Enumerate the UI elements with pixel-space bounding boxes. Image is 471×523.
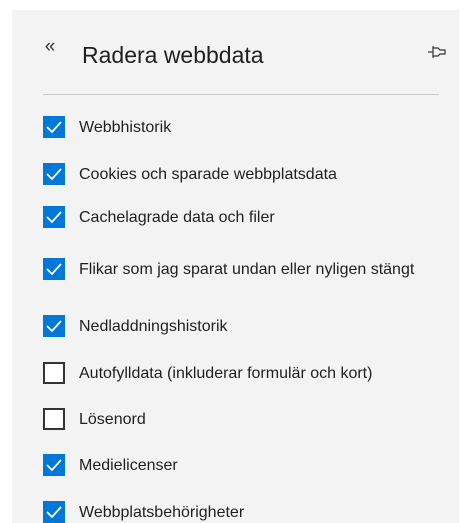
- checkbox[interactable]: [43, 362, 65, 384]
- checkbox[interactable]: [43, 408, 65, 430]
- checkbox[interactable]: [43, 116, 65, 138]
- checkbox[interactable]: [43, 454, 65, 476]
- checkbox[interactable]: [43, 163, 65, 185]
- checkbox[interactable]: [43, 501, 65, 523]
- option-label: Cachelagrade data och filer: [79, 209, 275, 226]
- option-label: Webbplatsbehörigheter: [79, 504, 245, 521]
- option-label: Flikar som jag sparat undan eller nylige…: [79, 261, 415, 278]
- clear-browsing-data-panel: « Radera webbdata Webbhistorik Cookies o…: [12, 10, 459, 523]
- checkmark-icon: [46, 320, 62, 333]
- checkbox[interactable]: [43, 206, 65, 228]
- option-label: Cookies och sparade webbplatsdata: [79, 166, 337, 183]
- checkbox[interactable]: [43, 258, 65, 280]
- option-label: Webbhistorik: [79, 119, 172, 136]
- option-label: Autofylldata (inkluderar formulär och ko…: [79, 365, 373, 382]
- checkmark-icon: [46, 459, 62, 472]
- checkmark-icon: [46, 168, 62, 181]
- checkmark-icon: [46, 211, 62, 224]
- checkmark-icon: [46, 506, 62, 519]
- option-label: Lösenord: [79, 411, 146, 428]
- checkmark-icon: [46, 263, 62, 276]
- option-list: Webbhistorik Cookies och sparade webbpla…: [12, 10, 459, 523]
- checkmark-icon: [46, 121, 62, 134]
- option-label: Nedladdningshistorik: [79, 318, 228, 335]
- option-label: Medielicenser: [79, 457, 178, 474]
- checkbox[interactable]: [43, 315, 65, 337]
